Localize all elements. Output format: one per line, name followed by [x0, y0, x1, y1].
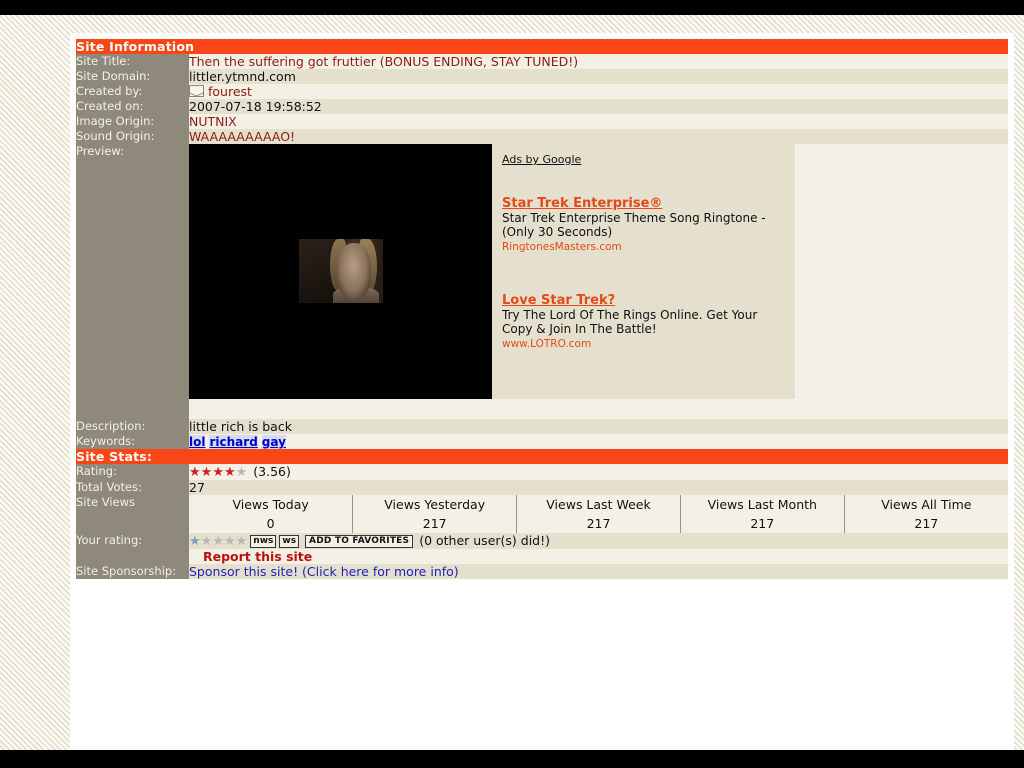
value-created-by-user[interactable]: fourest — [208, 84, 252, 99]
label-total-votes: Total Votes: — [76, 480, 189, 495]
ads-by-google-link[interactable]: Ads by Google — [502, 153, 581, 166]
preview-inner-frame — [299, 239, 383, 303]
star-filled-icon: ★ — [200, 465, 213, 480]
views-header-row: Views Today Views Yesterday Views Last W… — [189, 495, 1008, 514]
row-site-title: Site Title: Then the suffering got frutt… — [76, 54, 1008, 69]
row-sound-origin: Sound Origin: WAAAAAAAAAO! — [76, 129, 1008, 144]
views-value-yesterday: 217 — [352, 514, 517, 533]
rating-value: (3.56) — [253, 464, 291, 479]
site-information-header: Site Information — [76, 39, 1008, 54]
row-preview: Preview: Ads by Google Star Trek Enterpr… — [76, 144, 1008, 419]
ws-button[interactable]: ws — [279, 535, 300, 548]
views-value-last-month: 217 — [679, 514, 845, 533]
keyword-link[interactable]: lol — [189, 435, 206, 449]
label-site-views: Site Views — [76, 495, 189, 533]
value-created-on: 2007-07-18 19:58:52 — [189, 99, 322, 114]
keyword-link[interactable]: richard — [209, 435, 258, 449]
label-sound-origin: Sound Origin: — [76, 129, 189, 144]
row-report: Report this site — [76, 549, 1008, 564]
label-site-title: Site Title: — [76, 54, 189, 69]
label-created-by: Created by: — [76, 84, 189, 99]
views-header-today: Views Today — [232, 497, 309, 512]
value-image-origin[interactable]: NUTNIX — [189, 114, 237, 129]
nws-button[interactable]: nws — [250, 535, 277, 548]
row-keywords: Keywords: lol richard gay — [76, 434, 1008, 449]
ad-description: Star Trek Enterprise Theme Song Ringtone… — [502, 211, 766, 239]
star-empty-icon: ★ — [235, 465, 248, 480]
star-rate-4-icon[interactable]: ★ — [224, 534, 236, 549]
star-filled-icon: ★ — [223, 465, 236, 480]
star-rate-5-icon[interactable]: ★ — [236, 534, 248, 549]
other-users-favorited-text: (0 other user(s) did!) — [419, 533, 550, 548]
label-site-domain: Site Domain: — [76, 69, 189, 84]
ad-url[interactable]: www.LOTRO.com — [502, 338, 787, 350]
star-rate-1-icon[interactable]: ★ — [189, 534, 201, 549]
top-black-bar — [0, 0, 1024, 15]
ad-item: Star Trek Enterprise® Star Trek Enterpri… — [502, 196, 787, 253]
your-rating-stars[interactable]: ★★★★★ — [189, 534, 247, 549]
row-your-rating: Your rating: ★★★★★ nws ws ADD TO FAVORITES(… — [76, 533, 1008, 549]
value-site-domain: littler.ytmnd.com — [189, 69, 296, 84]
bottom-black-bar — [0, 750, 1024, 768]
label-description: Description: — [76, 419, 189, 434]
star-filled-icon: ★ — [189, 465, 201, 480]
views-value-today: 0 — [266, 516, 275, 531]
views-value-all-time: 217 — [843, 514, 1008, 533]
views-header-last-month: Views Last Month — [679, 495, 845, 514]
add-to-favorites-button[interactable]: ADD TO FAVORITES — [305, 535, 414, 548]
value-sound-origin[interactable]: WAAAAAAAAAO! — [189, 129, 295, 144]
views-header-last-week: Views Last Week — [516, 495, 681, 514]
row-created-by: Created by: fourest — [76, 84, 1008, 99]
views-value-row: 0 217 217 217 217 — [189, 514, 1008, 533]
row-image-origin: Image Origin: NUTNIX — [76, 114, 1008, 129]
ad-title[interactable]: Star Trek Enterprise® — [502, 196, 787, 211]
label-keywords: Keywords: — [76, 434, 189, 449]
value-total-votes: 27 — [189, 480, 205, 495]
star-rate-3-icon[interactable]: ★ — [212, 534, 224, 549]
row-rating: Rating: ★★★★★ (3.56) — [76, 464, 1008, 480]
label-image-origin: Image Origin: — [76, 114, 189, 129]
site-stats-header-row: Site Stats: — [76, 449, 1008, 464]
value-site-title: Then the suffering got fruttier (BONUS E… — [189, 54, 579, 69]
views-value-last-week: 217 — [516, 514, 681, 533]
site-preview-image[interactable] — [189, 144, 492, 399]
label-created-on: Created on: — [76, 99, 189, 114]
site-stats-header: Site Stats: — [76, 449, 1008, 464]
ad-item: Love Star Trek? Try The Lord Of The Ring… — [502, 293, 787, 350]
row-created-on: Created on: 2007-07-18 19:58:52 — [76, 99, 1008, 114]
views-table: Views Today Views Yesterday Views Last W… — [189, 495, 1008, 533]
ad-url[interactable]: RingtonesMasters.com — [502, 241, 787, 253]
row-site-views: Site Views Views Today Views Yesterday V… — [76, 495, 1008, 533]
site-information-header-row: Site Information — [76, 39, 1008, 54]
label-preview: Preview: — [76, 144, 189, 419]
preview-face — [337, 243, 371, 299]
label-report-blank — [76, 549, 189, 564]
rating-stars: ★★★★★ — [189, 465, 247, 480]
label-your-rating: Your rating: — [76, 533, 189, 549]
label-site-sponsorship: Site Sponsorship: — [76, 564, 189, 579]
sponsor-this-site-link[interactable]: Sponsor this site! (Click here for more … — [189, 564, 459, 579]
views-header-yesterday: Views Yesterday — [352, 495, 517, 514]
site-info-table: Site Information Site Title: Then the su… — [76, 39, 1008, 579]
ad-title[interactable]: Love Star Trek? — [502, 293, 787, 308]
row-total-votes: Total Votes: 27 — [76, 480, 1008, 495]
row-description: Description: little rich is back — [76, 419, 1008, 434]
ad-description: Try The Lord Of The Rings Online. Get Yo… — [502, 308, 758, 336]
keyword-link[interactable]: gay — [261, 435, 286, 449]
star-filled-icon: ★ — [212, 465, 224, 480]
row-sponsorship: Site Sponsorship: Sponsor this site! (Cl… — [76, 564, 1008, 579]
value-description: little rich is back — [189, 419, 292, 434]
report-this-site-link[interactable]: Report this site — [189, 549, 312, 564]
google-ads-panel: Ads by Google Star Trek Enterprise® Star… — [492, 144, 795, 399]
row-site-domain: Site Domain: littler.ytmnd.com — [76, 69, 1008, 84]
views-header-all-time: Views All Time — [843, 495, 1008, 514]
mail-icon[interactable] — [189, 85, 204, 97]
star-rate-2-icon[interactable]: ★ — [201, 534, 213, 549]
site-info-panel: Site Information Site Title: Then the su… — [70, 33, 1014, 768]
label-rating: Rating: — [76, 464, 189, 480]
browser-viewport: Site Information Site Title: Then the su… — [0, 0, 1024, 768]
